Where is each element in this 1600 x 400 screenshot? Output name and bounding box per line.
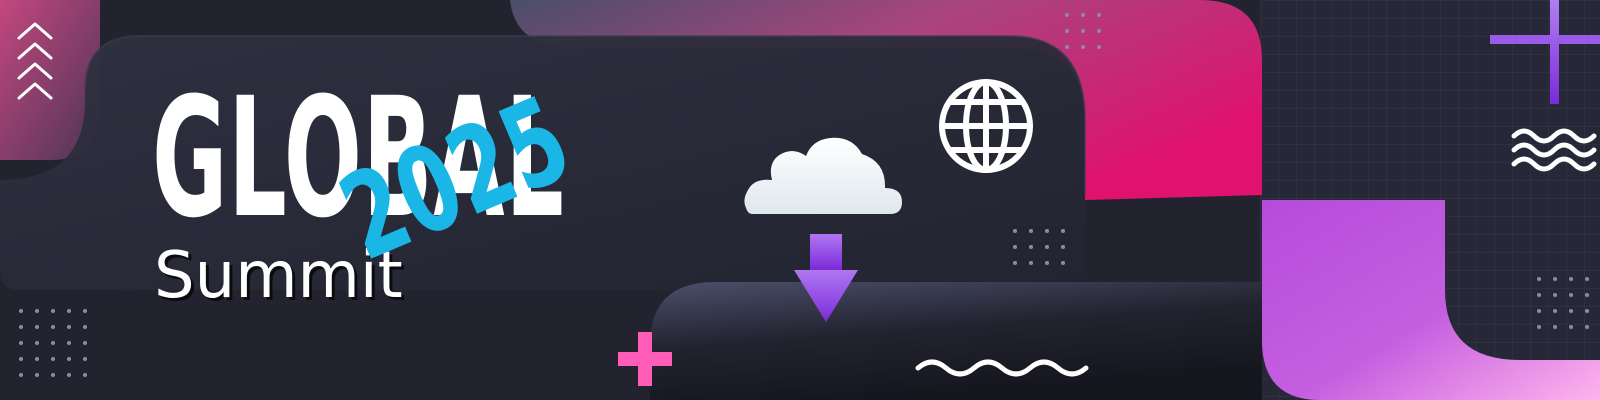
wave-icon [1511,128,1597,172]
wave-icon [915,359,1089,377]
globe-icon [939,79,1033,173]
dots-grid-icon [1536,276,1596,334]
dots-grid-icon [1012,228,1072,274]
chevrons-up-icon [17,22,53,100]
plus-icon [618,332,672,386]
dots-grid-icon [1064,12,1104,56]
cloud-icon [744,137,902,214]
plus-icon [1490,0,1600,104]
download-arrow-icon [794,234,858,322]
summit-banner: GLOBAL Summit 2025 [0,0,1600,400]
dots-grid-icon [18,308,92,384]
